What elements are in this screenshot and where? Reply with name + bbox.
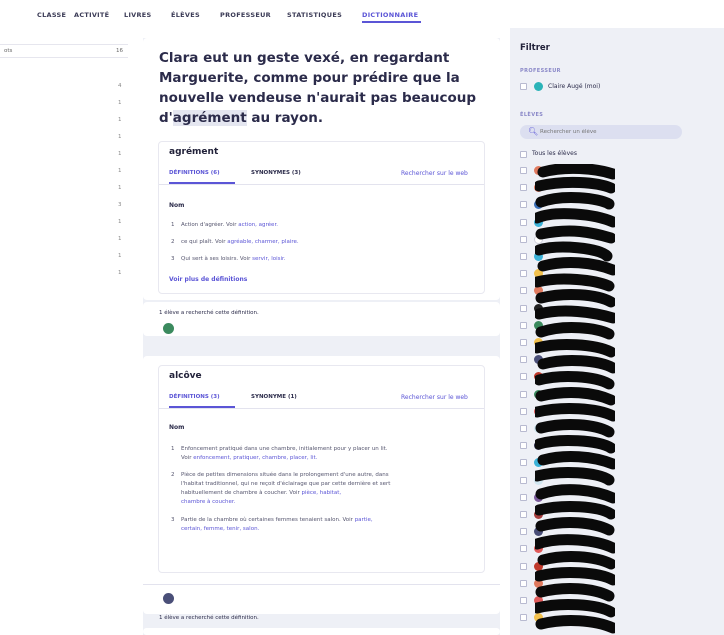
search-web-link[interactable]: Rechercher sur le web	[401, 394, 468, 401]
student-checkbox[interactable]	[520, 442, 527, 450]
redaction-scribble	[535, 164, 615, 634]
entry-card: Clara eut un geste vexé, en regardant Ma…	[143, 38, 500, 300]
definition-box: agrément DÉFINITIONS (6) SYNONYMES (3) R…	[158, 141, 485, 294]
definition-box: alcôve DÉFINITIONS (3) SYNONYME (1) Rech…	[158, 365, 485, 573]
part-of-speech: Nom	[169, 202, 185, 209]
tab-definitions[interactable]: DÉFINITIONS (3)	[169, 394, 220, 400]
students-searched-text: 1 élève a recherché cette définition.	[159, 310, 259, 316]
tab-professeur[interactable]: PROFESSEUR	[220, 11, 271, 19]
word-count: 1	[118, 100, 122, 106]
tab-activite[interactable]: ACTIVITÉ	[74, 11, 109, 19]
divider	[143, 584, 500, 585]
student-checkbox[interactable]	[520, 270, 527, 278]
word-count: 3	[118, 202, 122, 208]
search-icon: 🔍︎	[528, 127, 539, 136]
all-students-label: Tous les élèves	[532, 150, 577, 157]
student-checkbox[interactable]	[520, 597, 527, 604]
student-search-box: 1 élève a recherché cette définition.	[143, 302, 500, 336]
students-section-label: ÉLÈVES	[520, 112, 544, 118]
word-count: 1	[118, 253, 122, 259]
definition-item: 1 Enfoncement pratiqué dans une chambre,…	[171, 446, 388, 461]
student-avatar[interactable]	[163, 593, 174, 604]
entry-card	[143, 628, 500, 635]
student-checkbox[interactable]	[520, 356, 527, 364]
entry-word: alcôve	[169, 371, 202, 381]
divider	[159, 184, 484, 185]
student-checkbox[interactable]	[520, 476, 527, 484]
student-checkbox[interactable]	[520, 545, 527, 553]
student-checkbox[interactable]	[520, 373, 527, 381]
teacher-checkbox[interactable]	[520, 83, 527, 90]
student-checkbox[interactable]	[520, 287, 527, 295]
active-tab-indicator	[362, 21, 421, 23]
word-list-panel: ots 16 4 1 1 1 1 1 1 3 1 1 1 1	[0, 28, 132, 635]
student-checkbox[interactable]	[520, 218, 527, 226]
entry-card: alcôve DÉFINITIONS (3) SYNONYME (1) Rech…	[143, 356, 500, 621]
student-checkbox[interactable]	[520, 390, 527, 398]
teacher-name: Claire Augé (moi)	[548, 83, 601, 90]
student-checkbox[interactable]	[520, 201, 527, 209]
word-count: 1	[118, 236, 122, 242]
student-checkbox[interactable]	[520, 562, 527, 570]
student-checkbox[interactable]	[520, 579, 527, 587]
students-searched-text: 1 élève a recherché cette définition.	[159, 615, 259, 621]
teacher-avatar	[534, 82, 543, 91]
divider	[159, 408, 484, 409]
student-checkbox[interactable]	[520, 493, 527, 501]
word-count: 1	[118, 219, 122, 225]
tab-synonyms[interactable]: SYNONYME (1)	[251, 394, 297, 400]
word-list-header-label: ots	[4, 48, 13, 54]
word-list-header-count: 16	[116, 48, 123, 54]
more-definitions-link[interactable]: Voir plus de définitions	[169, 276, 247, 283]
all-students-checkbox[interactable]	[520, 151, 527, 158]
student-checkbox[interactable]	[520, 528, 527, 536]
student-checkbox[interactable]	[520, 184, 527, 192]
student-checkbox[interactable]	[520, 511, 527, 518]
definition-item: 2 ce qui plaît. Voir agréable, charmer, p…	[171, 239, 299, 245]
definition-item: 3 Partie de la chambre où certaines femm…	[171, 517, 373, 532]
context-sentence: Clara eut un geste vexé, en regardant Ma…	[159, 50, 477, 126]
word-count: 1	[118, 168, 122, 174]
top-navigation: CLASSE ACTIVITÉ LIVRES ÉLÈVES PROFESSEUR…	[0, 0, 724, 28]
filter-title: Filtrer	[520, 43, 550, 53]
word-count: 1	[118, 270, 122, 276]
student-checkbox[interactable]	[520, 339, 527, 346]
tab-eleves[interactable]: ÉLÈVES	[171, 11, 200, 19]
student-checkbox[interactable]	[520, 253, 527, 260]
tab-livres[interactable]: LIVRES	[124, 11, 152, 19]
entry-word: agrément	[169, 147, 219, 157]
student-checkbox[interactable]	[520, 167, 527, 174]
student-checkbox[interactable]	[520, 614, 527, 622]
word-count: 1	[118, 151, 122, 157]
part-of-speech: Nom	[169, 424, 185, 431]
word-list-header[interactable]: ots 16	[0, 44, 128, 58]
word-count: 1	[118, 134, 122, 140]
dictionary-content: Clara eut un geste vexé, en regardant Ma…	[143, 38, 500, 635]
student-avatar[interactable]	[163, 323, 174, 334]
student-checkbox[interactable]	[520, 425, 527, 432]
tab-definitions[interactable]: DÉFINITIONS (6)	[169, 170, 220, 176]
student-search-input[interactable]	[540, 127, 680, 137]
highlighted-word[interactable]: agrément	[172, 110, 247, 126]
student-checkbox[interactable]	[520, 304, 527, 312]
word-count: 4	[118, 83, 122, 89]
tab-dictionnaire[interactable]: DICTIONNAIRE	[362, 11, 418, 19]
definition-item: 2 Pièce de petites dimensions située dan…	[171, 472, 391, 505]
student-search[interactable]: 🔍︎	[520, 125, 682, 139]
tab-synonyms[interactable]: SYNONYMES (3)	[251, 170, 301, 176]
tab-classe[interactable]: CLASSE	[37, 11, 66, 19]
student-checkbox[interactable]	[520, 459, 527, 467]
student-checkbox[interactable]	[520, 407, 527, 415]
word-count: 1	[118, 117, 122, 123]
student-checkbox[interactable]	[520, 235, 527, 243]
definition-item: 1 Action d'agréer. Voir action, agréer.	[171, 222, 278, 228]
definition-item: 3 Qui sert à ses loisirs. Voir servir, lo…	[171, 256, 286, 262]
word-count: 1	[118, 185, 122, 191]
student-checkbox[interactable]	[520, 321, 527, 329]
teacher-section-label: PROFESSEUR	[520, 68, 561, 74]
filter-panel: Filtrer PROFESSEUR Claire Augé (moi) ÉLÈ…	[510, 28, 724, 635]
search-web-link[interactable]: Rechercher sur le web	[401, 170, 468, 177]
tab-statistiques[interactable]: STATISTIQUES	[287, 11, 342, 19]
